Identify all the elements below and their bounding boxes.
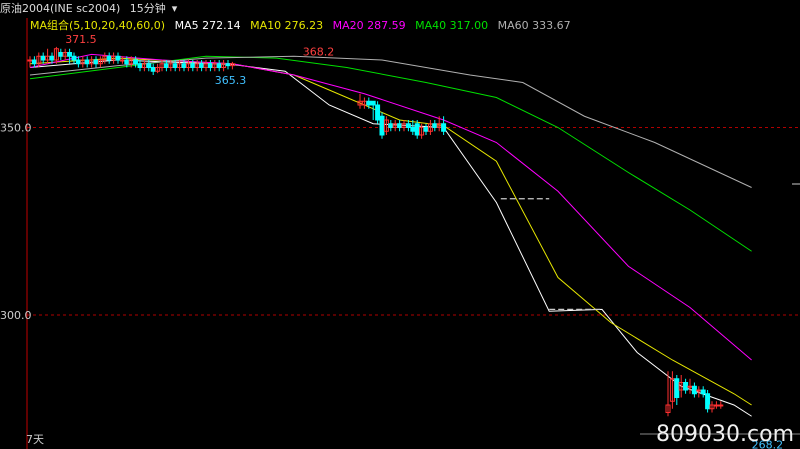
candle-body — [414, 123, 420, 136]
candle-body — [207, 63, 213, 68]
candle-body — [423, 127, 429, 132]
candle-body — [674, 378, 680, 398]
ma-legend: MA组合(5,10,20,40,60,0) MA5 272.14 MA10 27… — [30, 18, 577, 34]
candle-body — [40, 55, 46, 61]
y-tick-label: 300.0 — [0, 309, 32, 322]
candle-body — [687, 385, 693, 388]
candle-body — [163, 63, 169, 68]
candle-body — [696, 389, 702, 392]
candle-body — [441, 123, 447, 132]
candle-body — [133, 59, 139, 65]
range-label: 7天 — [26, 433, 44, 446]
ma-group-label[interactable]: MA组合(5,10,20,40,60,0) — [30, 19, 165, 32]
candle-body — [388, 123, 394, 128]
candle-body — [691, 385, 697, 395]
candle-body — [84, 59, 90, 65]
candle-body — [58, 52, 64, 57]
candle-body — [405, 123, 411, 128]
period-label: 15分钟 — [129, 2, 166, 15]
candle-body — [397, 123, 403, 128]
ma10-label: MA10 276.23 — [250, 19, 324, 32]
y-tick-label: 350.0 — [0, 122, 32, 135]
candle-body — [75, 59, 81, 65]
candle-body — [700, 389, 706, 395]
chevron-down-icon: ▾ — [171, 2, 178, 15]
price-annotation: 368.2 — [303, 45, 335, 58]
candles — [27, 46, 724, 417]
candle-body — [225, 63, 231, 67]
price-annotation: 371.5 — [65, 33, 97, 46]
price-annotation: 365.3 — [215, 74, 247, 87]
candle-body — [27, 59, 33, 62]
ma40-label: MA40 317.00 — [415, 19, 489, 32]
candle-body — [49, 55, 55, 61]
watermark: 809030.com — [656, 422, 794, 447]
candle-body — [106, 55, 112, 61]
candle-body — [67, 52, 73, 57]
candle-body — [146, 63, 152, 68]
candle-body — [713, 404, 719, 407]
instrument-title: 原油2004(INE sc2004) — [0, 2, 121, 15]
ma-line-ma10 — [29, 57, 752, 406]
candle-body — [718, 404, 724, 407]
candle-body — [124, 59, 130, 65]
candle-body — [31, 59, 37, 65]
candle-body — [190, 63, 196, 68]
ma-lines — [29, 53, 752, 417]
candle-body — [370, 100, 376, 106]
candle-body — [366, 100, 372, 106]
ma-line-ma40 — [29, 55, 752, 252]
ma-line-ma20 — [29, 53, 752, 361]
candle-body — [410, 127, 416, 132]
price-grid: 350.0 300.0 — [0, 18, 800, 449]
ma5-label: MA5 272.14 — [174, 19, 241, 32]
candle-body — [683, 382, 689, 391]
candle-body — [379, 115, 385, 136]
ma20-label: MA20 287.59 — [332, 19, 406, 32]
candle-body — [375, 104, 381, 121]
candle-body — [93, 59, 99, 65]
chart-header: 原油2004(INE sc2004) 15分钟 ▾ — [0, 0, 800, 18]
candle-body — [199, 63, 205, 68]
candle-body — [137, 63, 143, 68]
candle-body — [71, 55, 77, 61]
candle-body — [150, 67, 156, 72]
candle-body — [216, 63, 222, 68]
ma-line-ma5 — [29, 59, 752, 417]
candle-body — [705, 393, 711, 410]
candle-body — [119, 59, 125, 62]
candle-body — [432, 123, 438, 128]
ma60-label: MA60 333.67 — [497, 19, 571, 32]
period-selector[interactable]: 15分钟 ▾ — [130, 2, 184, 15]
candle-body — [115, 55, 121, 61]
candlestick-chart[interactable]: 350.0300.0 371.5368.2365.3268.2 — [0, 0, 800, 449]
candle-body — [181, 63, 187, 68]
candle-body — [172, 63, 178, 68]
